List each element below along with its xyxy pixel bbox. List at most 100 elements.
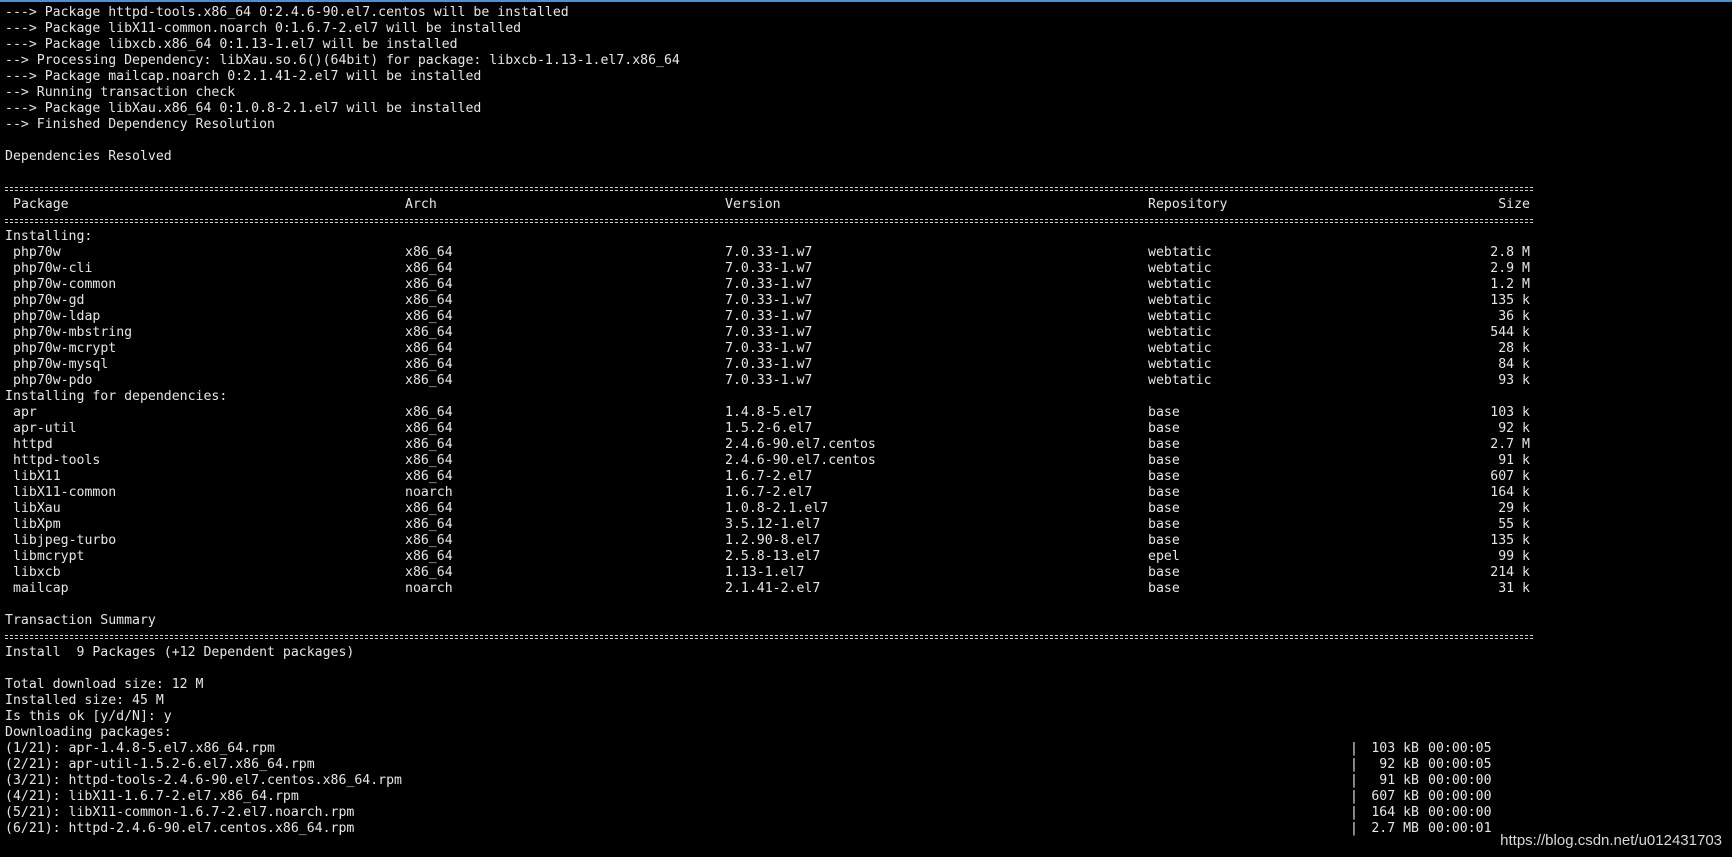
package-version: 1.0.8-2.1.el7 <box>725 501 829 516</box>
package-arch: x86_64 <box>405 309 453 324</box>
package-size: 31 k <box>1498 581 1530 596</box>
package-version: 3.5.12-1.el7 <box>725 517 821 532</box>
package-version: 2.4.6-90.el7.centos <box>725 453 876 468</box>
download-row: (1/21): apr-1.4.8-5.el7.x86_64.rpm | 103 k… <box>5 741 1725 757</box>
watermark: https://blog.csdn.net/u012431703 <box>1500 832 1722 849</box>
package-version: 7.0.33-1.w7 <box>725 357 813 372</box>
package-repository: base <box>1148 517 1180 532</box>
downloading-label: Downloading packages: <box>5 725 172 740</box>
package-version: 7.0.33-1.w7 <box>725 341 813 356</box>
package-version: 1.6.7-2.el7 <box>725 469 813 484</box>
log-line: ---> Package mailcap.noarch 0:2.1.41-2.e… <box>5 69 482 84</box>
download-file: (1/21): apr-1.4.8-5.el7.x86_64.rpm <box>5 741 275 756</box>
package-size: 2.9 M <box>1490 261 1530 276</box>
header-package: Package <box>13 197 69 212</box>
package-size: 135 k <box>1490 533 1530 548</box>
package-row: php70w-common x86_64 7.0.33-1.w7 webtatic 1.… <box>5 277 1725 293</box>
package-row: libX11 x86_64 1.6.7-2.el7 base 607 k <box>5 469 1725 485</box>
package-row: libXpm x86_64 3.5.12-1.el7 base 55 k <box>5 517 1725 533</box>
package-repository: base <box>1148 565 1180 580</box>
package-version: 7.0.33-1.w7 <box>725 277 813 292</box>
download-size: 2.7 MB <box>1371 821 1419 836</box>
download-row: (6/21): httpd-2.4.6-90.el7.centos.x86_64… <box>5 821 1725 837</box>
download-file: (2/21): apr-util-1.5.2-6.el7.x86_64.rpm <box>5 757 315 772</box>
total-download-size: Total download size: 12 M <box>5 677 204 692</box>
package-repository: base <box>1148 485 1180 500</box>
package-repository: webtatic <box>1148 357 1212 372</box>
package-name: php70w-mbstring <box>13 325 133 340</box>
package-size: 2.8 M <box>1490 245 1530 260</box>
package-arch: noarch <box>405 485 453 500</box>
package-arch: x86_64 <box>405 341 453 356</box>
package-repository: base <box>1148 533 1180 548</box>
package-row: apr-util x86_64 1.5.2-6.el7 base 92 k <box>5 421 1725 437</box>
package-version: 7.0.33-1.w7 <box>725 293 813 308</box>
download-row: (2/21): apr-util-1.5.2-6.el7.x86_64.rpm |… <box>5 757 1725 773</box>
download-file: (5/21): libX11-common-1.6.7-2.el7.noarch… <box>5 805 355 820</box>
header-version: Version <box>725 197 781 212</box>
package-size: 607 k <box>1490 469 1530 484</box>
package-size: 135 k <box>1490 293 1530 308</box>
package-arch: x86_64 <box>405 533 453 548</box>
summary-install-line: Install 9 Packages (+12 Dependent packag… <box>5 645 355 660</box>
package-name: libX11 <box>13 469 61 484</box>
package-arch: x86_64 <box>405 517 453 532</box>
package-arch: x86_64 <box>405 325 453 340</box>
package-arch: noarch <box>405 581 453 596</box>
package-name: php70w-gd <box>13 293 85 308</box>
package-repository: webtatic <box>1148 261 1212 276</box>
log-line: ---> Package libxcb.x86_64 0:1.13-1.el7 … <box>5 37 458 52</box>
package-name: apr <box>13 405 37 420</box>
log-line: --> Processing Dependency: libXau.so.6()… <box>5 53 680 68</box>
download-bar: | <box>1350 741 1358 756</box>
package-repository: webtatic <box>1148 325 1212 340</box>
package-repository: webtatic <box>1148 373 1212 388</box>
package-repository: base <box>1148 501 1180 516</box>
package-arch: x86_64 <box>405 373 453 388</box>
package-size: 29 k <box>1498 501 1530 516</box>
package-name: mailcap <box>13 581 69 596</box>
package-size: 1.2 M <box>1490 277 1530 292</box>
download-bar: | <box>1350 757 1358 772</box>
download-size: 607 kB <box>1371 789 1419 804</box>
package-row: httpd x86_64 2.4.6-90.el7.centos base 2.7 M <box>5 437 1725 453</box>
download-row: (3/21): httpd-tools-2.4.6-90.el7.centos.… <box>5 773 1725 789</box>
package-version: 7.0.33-1.w7 <box>725 325 813 340</box>
package-size: 214 k <box>1490 565 1530 580</box>
dependency-rows: apr x86_64 1.4.8-5.el7 base 103 k apr-util x86… <box>5 405 1725 597</box>
package-size: 99 k <box>1498 549 1530 564</box>
summary-title: Transaction Summary <box>5 613 156 628</box>
package-version: 1.2.90-8.el7 <box>725 533 821 548</box>
download-time: 00:00:05 <box>1428 741 1492 756</box>
package-row: php70w-ldap x86_64 7.0.33-1.w7 webtatic 36 k <box>5 309 1725 325</box>
download-time: 00:00:00 <box>1428 805 1492 820</box>
header-arch: Arch <box>405 197 437 212</box>
package-version: 1.5.2-6.el7 <box>725 421 813 436</box>
package-row: php70w-gd x86_64 7.0.33-1.w7 webtatic 135 k <box>5 293 1725 309</box>
package-repository: base <box>1148 405 1180 420</box>
installing-rows: php70w x86_64 7.0.33-1.w7 webtatic 2.8 Mphp7… <box>5 245 1725 389</box>
download-file: (4/21): libX11-1.6.7-2.el7.x86_64.rpm <box>5 789 299 804</box>
terminal-output: ---> Package httpd-tools.x86_64 0:2.4.6-… <box>5 5 1725 837</box>
download-size: 103 kB <box>1371 741 1419 756</box>
installing-label: Installing: <box>5 229 93 244</box>
package-row: php70w x86_64 7.0.33-1.w7 webtatic 2.8 M <box>5 245 1725 261</box>
pre-lines: ---> Package httpd-tools.x86_64 0:2.4.6-… <box>5 5 1725 181</box>
package-name: php70w-cli <box>13 261 93 276</box>
summary-separator <box>5 629 1725 645</box>
package-arch: x86_64 <box>405 293 453 308</box>
package-repository: webtatic <box>1148 341 1212 356</box>
package-row: php70w-pdo x86_64 7.0.33-1.w7 webtatic 93 k <box>5 373 1725 389</box>
package-name: libXpm <box>13 517 61 532</box>
package-version: 2.1.41-2.el7 <box>725 581 821 596</box>
package-arch: x86_64 <box>405 565 453 580</box>
package-arch: x86_64 <box>405 469 453 484</box>
package-row: libXau x86_64 1.0.8-2.1.el7 base 29 k <box>5 501 1725 517</box>
package-arch: x86_64 <box>405 549 453 564</box>
table-separator <box>5 213 1725 229</box>
package-name: libmcrypt <box>13 549 85 564</box>
package-row: libxcb x86_64 1.13-1.el7 base 214 k <box>5 565 1725 581</box>
package-name: php70w-mcrypt <box>13 341 117 356</box>
package-repository: webtatic <box>1148 277 1212 292</box>
package-row: php70w-cli x86_64 7.0.33-1.w7 webtatic 2.9 M <box>5 261 1725 277</box>
